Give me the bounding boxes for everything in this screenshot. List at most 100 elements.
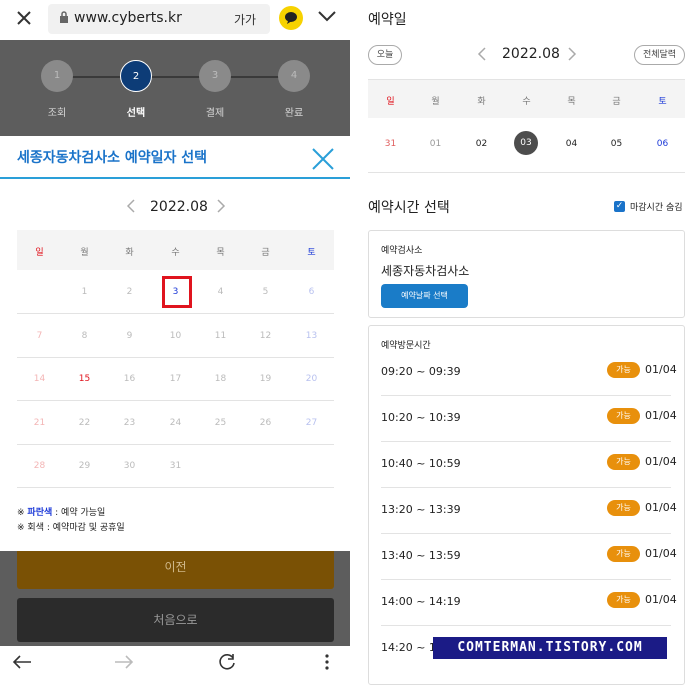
legend-blue-mark: ※ [17, 508, 25, 518]
prev-button[interactable]: 이전 [17, 545, 334, 589]
station-label: 예약검사소 [381, 246, 423, 256]
step-label-1: 조회 [47, 108, 67, 119]
date-cell: 16 [123, 374, 136, 384]
close-modal-icon[interactable] [311, 147, 335, 171]
back-arrow-icon[interactable] [12, 654, 32, 670]
week-weekday-label: 토 [658, 97, 667, 107]
left-screenshot: www.cyberts.kr 가가 1 2 3 4 조회 선택 결제 완료 이전… [0, 0, 350, 678]
date-cell: 20 [305, 374, 318, 384]
calendar-row-divider [17, 444, 334, 445]
legend-gray: ※ 회색 : 예약마감 및 공휴일 [17, 520, 125, 533]
week-weekday-label: 일 [386, 97, 395, 107]
prev-week-icon[interactable] [477, 46, 487, 62]
date-cell: 24 [169, 418, 182, 428]
slot-time: 10:40 ~ 10:59 [381, 457, 461, 470]
calendar-row-divider [17, 487, 334, 488]
week-month: 2022.08 [502, 46, 560, 62]
legend-blue-label: 파란색 [27, 508, 53, 518]
week-top-line [368, 79, 685, 80]
chevron-down-icon[interactable] [318, 10, 336, 22]
slot-time: 10:20 ~ 10:39 [381, 411, 461, 424]
slot-divider [381, 625, 671, 626]
time-section-title: 예약시간 선택 [368, 200, 450, 216]
date-cell: 7 [36, 331, 43, 341]
slot-status-badge[interactable]: 가능 [607, 546, 640, 562]
week-day[interactable]: 05 [594, 139, 639, 149]
legend-blue-text: : 예약 가능일 [55, 508, 106, 518]
hide-closed-checkbox[interactable]: ✓ [614, 201, 625, 212]
date-cell: 22 [78, 418, 91, 428]
step-4: 4 [278, 60, 310, 92]
date-cell: 25 [214, 418, 227, 428]
date-cell: 5 [262, 287, 269, 297]
date-cell: 31 [169, 461, 182, 471]
weekday-label: 토 [307, 248, 316, 258]
week-day[interactable]: 02 [459, 139, 504, 149]
slot-divider [381, 533, 671, 534]
slot-time: 13:40 ~ 13:59 [381, 549, 461, 562]
week-day[interactable]: 04 [549, 139, 594, 149]
kakao-icon[interactable] [279, 6, 303, 30]
date-cell: 23 [123, 418, 136, 428]
slot-status-badge[interactable]: 가능 [607, 408, 640, 424]
week-day[interactable]: 31 [368, 139, 413, 149]
date-cell: 11 [214, 331, 227, 341]
date-cell: 13 [305, 331, 318, 341]
slot-divider [381, 395, 671, 396]
slot-status-badge[interactable]: 가능 [607, 362, 640, 378]
date-cell: 2 [126, 287, 133, 297]
visit-time-label: 예약방문시간 [381, 341, 431, 351]
slot-time: 13:20 ~ 13:39 [381, 503, 461, 516]
date-cell: 18 [214, 374, 227, 384]
slot-count: 01/04 [645, 455, 677, 468]
browser-toolbar: www.cyberts.kr 가가 [0, 0, 350, 40]
next-month-icon[interactable] [216, 198, 226, 214]
legend-gray-text: : 예약마감 및 공휴일 [46, 523, 125, 533]
week-weekday-label: 금 [612, 97, 621, 107]
font-size-button[interactable]: 가가 [234, 11, 256, 28]
station-name: 세종자동차검사소 [381, 264, 470, 278]
date-cell: 15 [78, 374, 91, 384]
more-menu-icon[interactable] [324, 653, 330, 671]
slot-status-badge[interactable]: 가능 [607, 592, 640, 608]
prev-month-icon[interactable] [126, 198, 136, 214]
slot-count: 01/04 [645, 409, 677, 422]
date-cell: 8 [81, 331, 88, 341]
calendar-row-divider [17, 357, 334, 358]
forward-arrow-icon[interactable] [114, 654, 134, 670]
date-cell: 4 [217, 287, 224, 297]
week-day[interactable]: 01 [413, 139, 458, 149]
date-cell: 10 [169, 331, 182, 341]
next-week-icon[interactable] [567, 46, 577, 62]
step-line [72, 76, 294, 78]
modal-title-underline [0, 177, 350, 179]
select-date-button[interactable]: 예약날짜 선택 [381, 284, 468, 308]
first-button[interactable]: 처음으로 [17, 598, 334, 642]
today-button[interactable]: 오늘 [368, 45, 402, 65]
date-cell: 17 [169, 374, 182, 384]
legend-blue: ※ 파란색 : 예약 가능일 [17, 505, 105, 518]
close-icon[interactable] [16, 10, 32, 26]
date-cell: 14 [33, 374, 46, 384]
date-cell: 19 [259, 374, 272, 384]
selected-day[interactable]: 03 [514, 131, 538, 155]
refresh-icon[interactable] [217, 652, 237, 672]
weekday-label: 화 [125, 248, 134, 258]
date-cell: 28 [33, 461, 46, 471]
date-cell: 29 [78, 461, 91, 471]
full-calendar-button[interactable]: 전체달력 [634, 45, 685, 65]
weekday-label: 일 [35, 248, 44, 258]
date-cell: 6 [308, 287, 315, 297]
date-cell: 12 [259, 331, 272, 341]
date-cell: 30 [123, 461, 136, 471]
week-day[interactable]: 06 [640, 139, 685, 149]
weekday-label: 월 [80, 248, 89, 258]
week-bottom-line [368, 172, 685, 173]
slot-status-badge[interactable]: 가능 [607, 500, 640, 516]
watermark: COMTERMAN.TISTORY.COM [433, 637, 667, 659]
slot-time: 14:00 ~ 14:19 [381, 595, 461, 608]
legend-gray-label: 회색 [27, 523, 44, 533]
modal-month: 2022.08 [150, 199, 208, 215]
date-cell: 1 [81, 287, 88, 297]
slot-status-badge[interactable]: 가능 [607, 454, 640, 470]
